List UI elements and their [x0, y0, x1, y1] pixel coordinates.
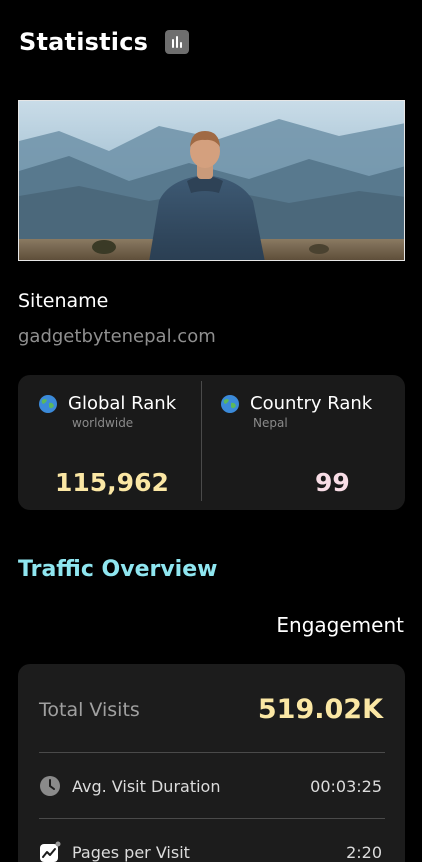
- engagement-card: Total Visits 519.02K Avg. Visit Duration…: [18, 664, 405, 862]
- site-url[interactable]: gadgetbytenepal.com: [18, 326, 216, 347]
- header: Statistics: [19, 28, 190, 56]
- divider: [39, 752, 385, 753]
- metric-label: Pages per Visit: [72, 842, 190, 862]
- bar-chart-icon[interactable]: [165, 30, 190, 54]
- metric-label: Avg. Visit Duration: [72, 776, 221, 796]
- divider: [39, 818, 385, 819]
- page-title: Statistics: [19, 28, 149, 56]
- clock-icon: [40, 776, 60, 796]
- country-rank: Country Rank Nepal 99: [220, 393, 405, 497]
- rank-card: Global Rank worldwide 115,962 Country Ra…: [18, 375, 405, 510]
- globe-icon: [221, 394, 239, 413]
- country-rank-value: 99: [315, 468, 350, 497]
- site-label: Sitename: [18, 290, 109, 312]
- hero-image: [18, 100, 405, 261]
- total-visits-value: 519.02K: [257, 694, 383, 725]
- rank-divider: [201, 381, 202, 501]
- global-rank-value: 115,962: [55, 468, 169, 497]
- globe-icon: [39, 394, 57, 413]
- metric-value: 00:03:25: [310, 776, 382, 796]
- metric-row-pages-per-visit: Pages per Visit 2:20: [39, 841, 382, 862]
- global-rank-subtitle: worldwide: [72, 416, 134, 430]
- metric-row-visit-duration: Avg. Visit Duration 00:03:25: [39, 775, 382, 797]
- traffic-overview-title: Traffic Overview: [18, 557, 218, 582]
- global-rank-title: Global Rank: [68, 393, 177, 414]
- country-rank-subtitle: Nepal: [253, 416, 288, 430]
- engagement-label: Engagement: [276, 613, 404, 637]
- global-rank: Global Rank worldwide 115,962: [38, 393, 201, 497]
- country-rank-title: Country Rank: [250, 393, 373, 414]
- trend-chart-icon: [40, 841, 61, 862]
- total-visits-label: Total Visits: [39, 699, 140, 721]
- metric-value: 2:20: [346, 842, 382, 862]
